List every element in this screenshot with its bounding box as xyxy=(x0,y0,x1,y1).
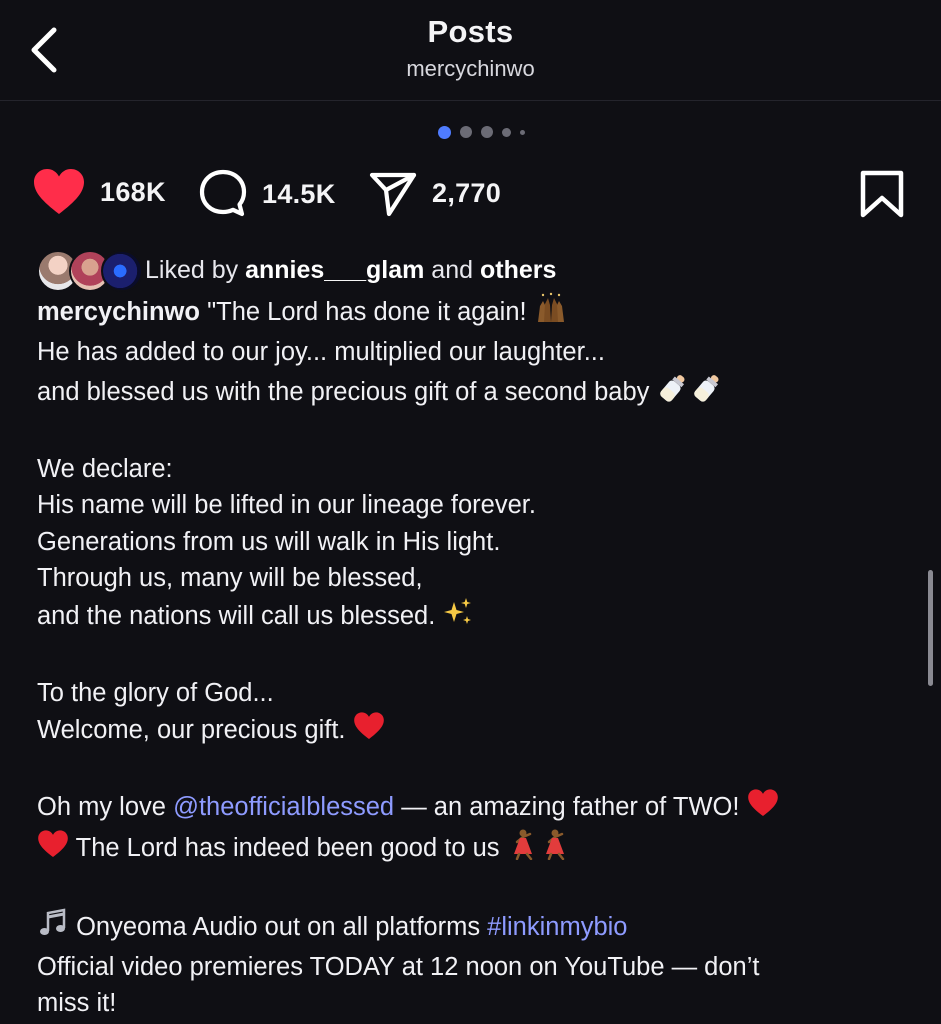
caption-line: We declare: xyxy=(37,455,173,484)
red-heart-emoji-icon xyxy=(37,829,69,869)
dancer-emoji-icon xyxy=(539,828,571,870)
share-count: 2,770 xyxy=(432,177,502,208)
caption-line: and the nations will call us blessed. xyxy=(37,602,436,631)
share-icon xyxy=(369,172,417,217)
dancer-emoji-icon xyxy=(507,828,539,870)
share-button[interactable]: 2,770 xyxy=(368,168,501,218)
carousel-dot xyxy=(481,126,493,138)
liked-by-row[interactable]: Liked by annies___glam and others xyxy=(37,248,556,292)
carousel-indicator xyxy=(438,124,525,140)
like-count: 168K xyxy=(100,176,166,207)
caption-line: Generations from us will walk in His lig… xyxy=(37,527,501,556)
like-button[interactable]: 168K xyxy=(32,168,166,216)
liker-avatars xyxy=(37,250,143,292)
top-bar: Posts mercychinwo xyxy=(0,0,941,101)
caption-line: The Lord has indeed been good to us xyxy=(75,834,500,863)
comment-icon xyxy=(199,169,247,217)
carousel-dot-active xyxy=(438,125,451,139)
liked-by-prefix: Liked by xyxy=(145,255,239,284)
red-heart-emoji-icon xyxy=(747,788,779,828)
avatar xyxy=(101,250,143,292)
scrollbar[interactable] xyxy=(928,570,933,686)
red-heart-emoji-icon xyxy=(353,711,385,751)
liked-by-text: Liked by annies___glam and others xyxy=(145,256,556,285)
heart-icon xyxy=(34,169,84,214)
post-caption: mercychinwo "The Lord has done it again!… xyxy=(37,292,907,1022)
caption-line: and blessed us with the precious gift of… xyxy=(37,377,650,406)
caption-line: Onyeoma Audio out on all platforms xyxy=(76,912,481,941)
baby-bottle-emoji-icon xyxy=(690,371,724,415)
carousel-dot xyxy=(520,129,525,135)
liked-by-others-link[interactable]: others xyxy=(480,256,556,284)
bookmark-icon xyxy=(860,170,904,218)
caption-line: Oh my love xyxy=(37,792,166,821)
raising-hands-emoji-icon xyxy=(534,292,568,334)
caption-line: — an amazing father of TWO! xyxy=(401,792,740,821)
carousel-dot xyxy=(460,126,472,138)
caption-line: To the glory of God... xyxy=(37,678,274,707)
post-page: Posts mercychinwo 168K 14.5K 2,770 Liked… xyxy=(0,0,941,1024)
comment-count: 14.5K xyxy=(262,178,336,209)
liked-by-connector: and xyxy=(431,255,474,284)
caption-line: "The Lord has done it again! xyxy=(207,297,527,326)
sparkles-emoji-icon xyxy=(442,596,474,638)
action-bar: 168K 14.5K 2,770 xyxy=(0,164,941,224)
caption-line: Official video premieres TODAY at 12 noo… xyxy=(37,953,760,982)
musical-notes-emoji-icon xyxy=(37,907,69,949)
caption-line: miss it! xyxy=(37,989,117,1018)
carousel-dot xyxy=(502,127,511,137)
hashtag-link[interactable]: #linkinmybio xyxy=(487,913,627,941)
baby-bottle-emoji-icon xyxy=(656,371,690,415)
mention-link[interactable]: @theofficialblessed xyxy=(173,793,394,821)
caption-line: He has added to our joy... multiplied ou… xyxy=(37,338,605,367)
save-button[interactable] xyxy=(860,170,904,218)
comment-button[interactable]: 14.5K xyxy=(198,168,336,220)
liked-by-user-link[interactable]: annies___glam xyxy=(245,256,424,284)
caption-line: Through us, many will be blessed, xyxy=(37,564,423,593)
caption-username[interactable]: mercychinwo xyxy=(37,298,200,326)
page-title: Posts xyxy=(427,14,514,49)
page-subtitle-username[interactable]: mercychinwo xyxy=(0,56,941,82)
caption-line: Welcome, our precious gift. xyxy=(37,716,346,745)
caption-line: His name will be lifted in our lineage f… xyxy=(37,491,536,520)
